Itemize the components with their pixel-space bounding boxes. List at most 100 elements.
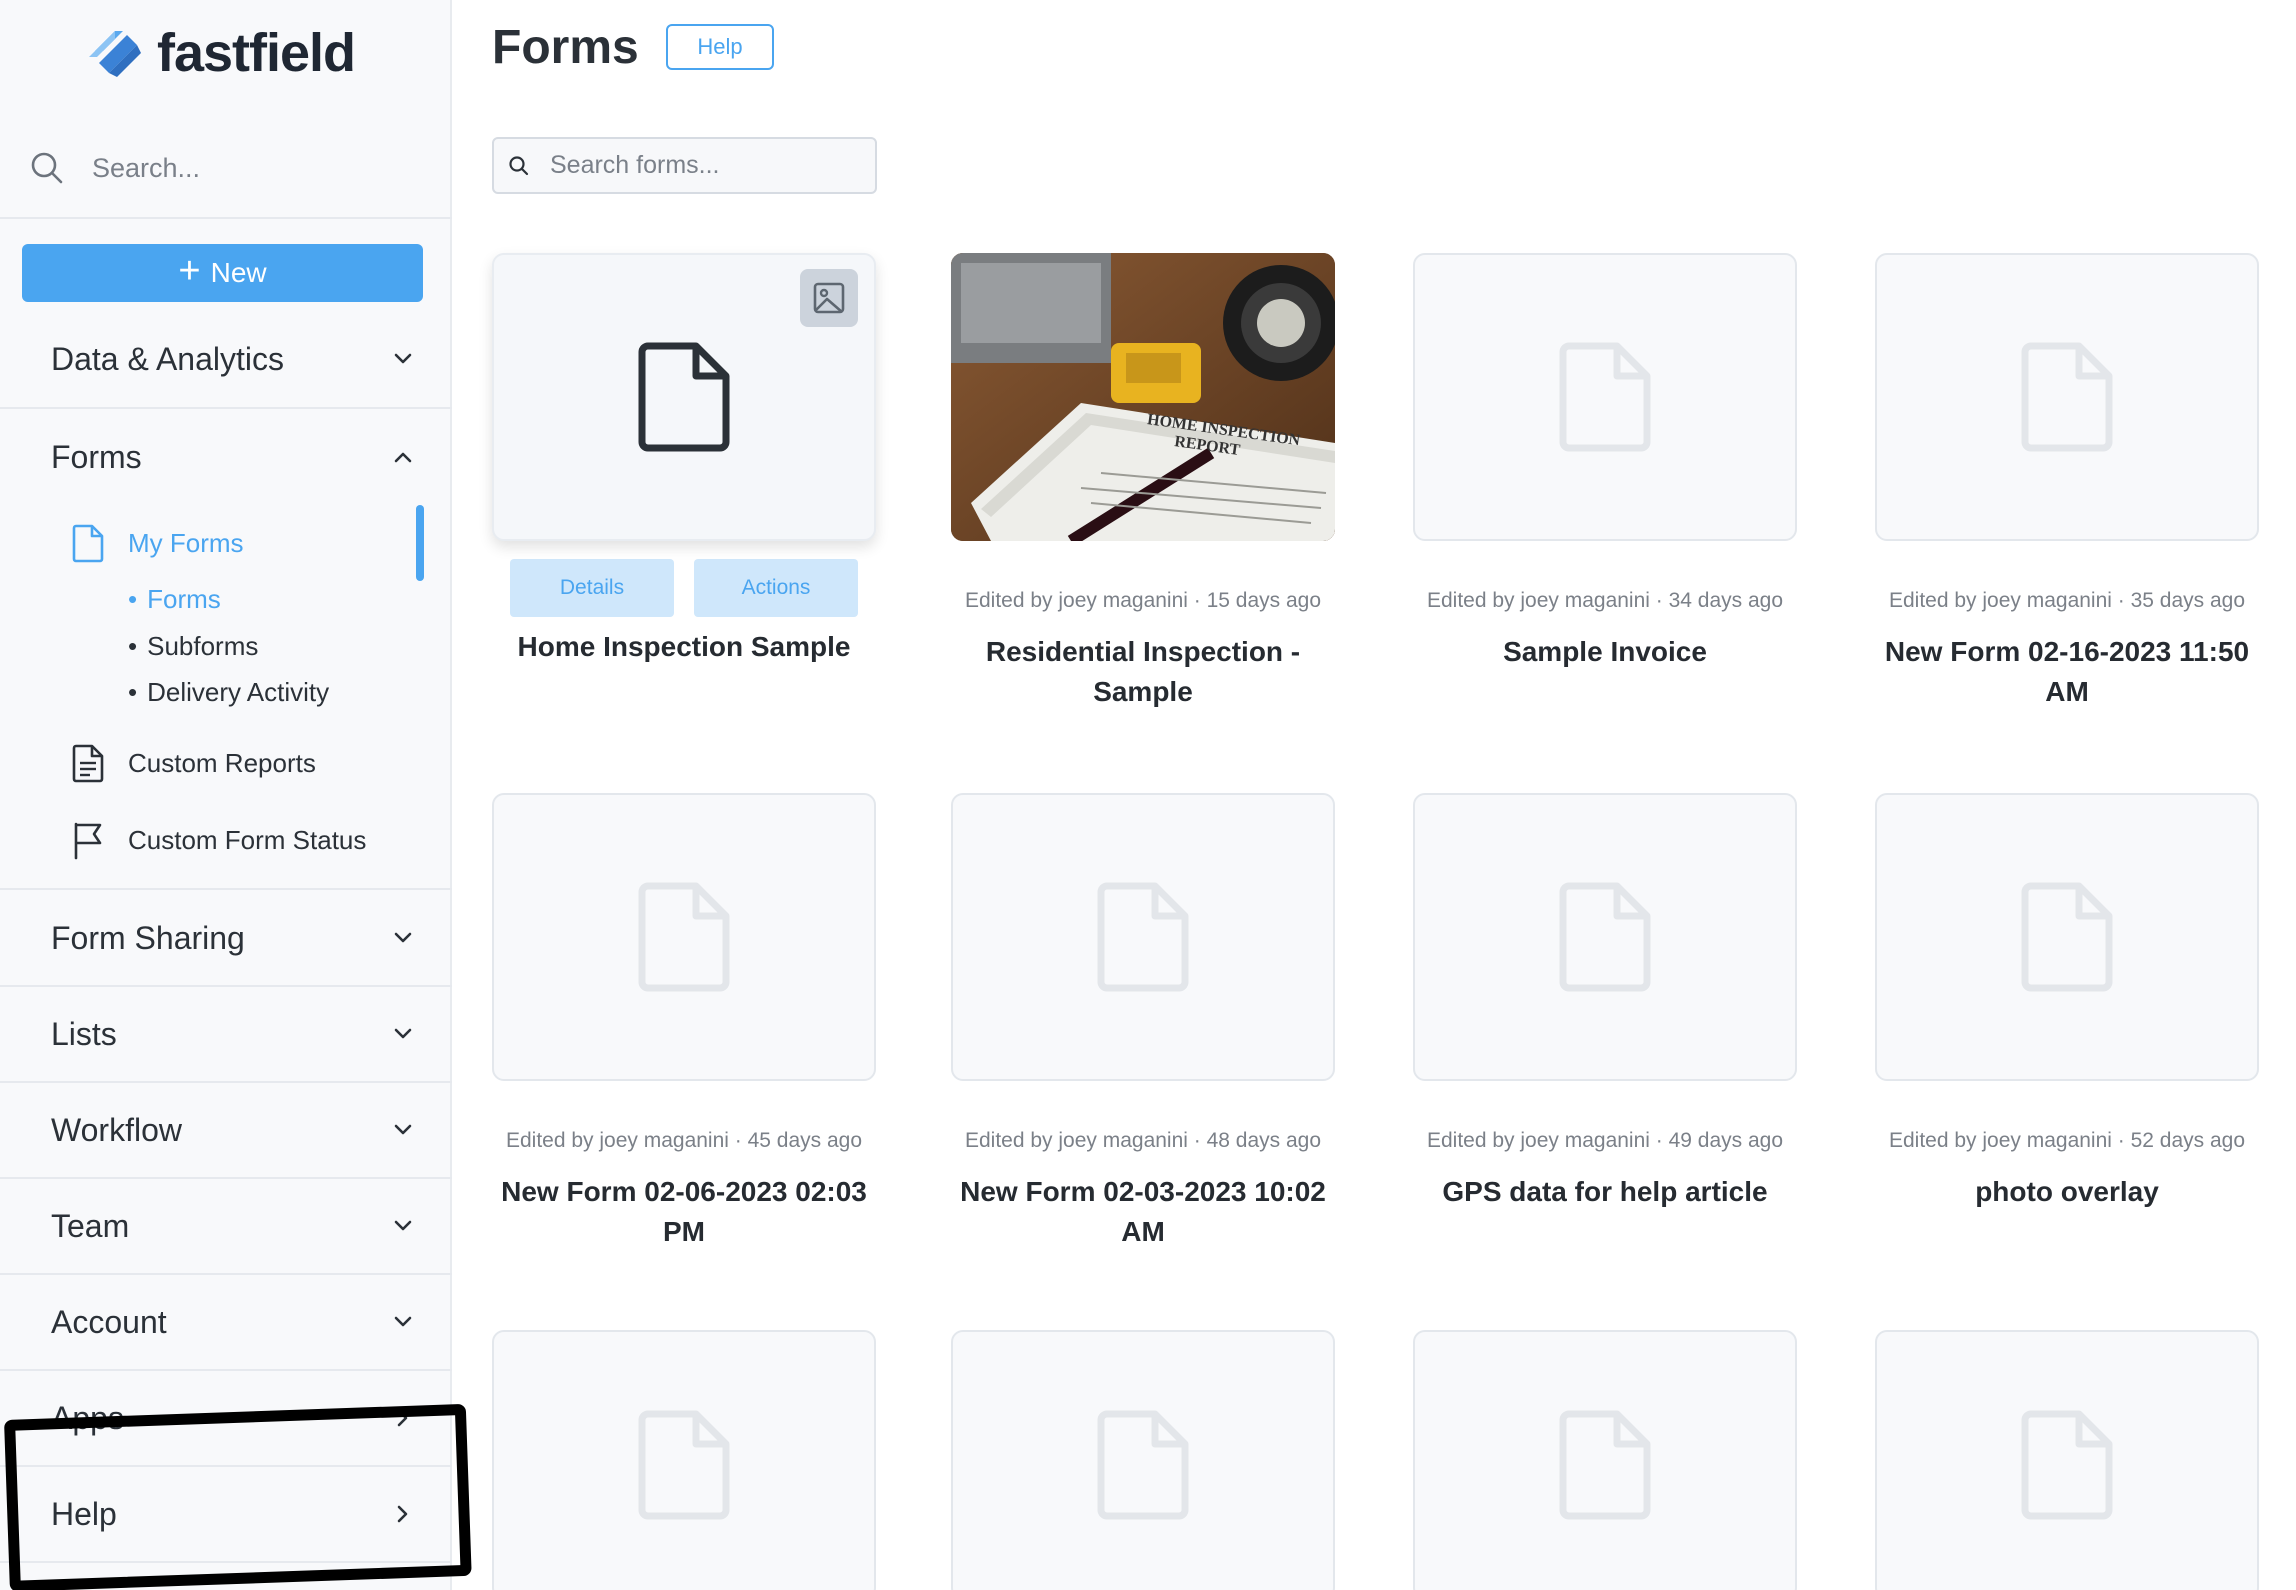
form-name[interactable]: GPS data for help article: [1413, 1172, 1797, 1212]
form-name[interactable]: Sample Invoice: [1413, 632, 1797, 672]
nav-form-sharing[interactable]: Form Sharing: [0, 891, 452, 985]
form-card[interactable]: [1875, 1330, 2259, 1590]
sidebar-item-my-forms[interactable]: My Forms: [70, 518, 244, 568]
document-icon: [1559, 1410, 1651, 1520]
form-card[interactable]: Edited by joey maganini · 34 days ago Sa…: [1413, 253, 1797, 672]
form-card[interactable]: Edited by joey maganini · 52 days ago ph…: [1875, 793, 2259, 1212]
actions-button[interactable]: Actions: [694, 559, 858, 617]
chevron-down-icon: [394, 353, 412, 364]
document-icon: [2021, 882, 2113, 992]
inspection-photo: HOME INSPECTION REPORT: [951, 253, 1335, 541]
nav-forms[interactable]: Forms: [0, 410, 452, 504]
document-icon: [638, 342, 730, 452]
form-thumbnail[interactable]: [1875, 1330, 2259, 1590]
form-card[interactable]: Edited by joey maganini · 35 days ago Ne…: [1875, 253, 2259, 712]
form-thumbnail[interactable]: HOME INSPECTION REPORT: [951, 253, 1335, 541]
nav-account-label: Account: [51, 1303, 167, 1340]
document-icon: [1559, 882, 1651, 992]
form-thumbnail[interactable]: [1413, 793, 1797, 1081]
nav-data-analytics[interactable]: Data & Analytics: [0, 312, 452, 406]
form-name[interactable]: Residential Inspection - Sample: [951, 632, 1335, 712]
sidebar-item-my-forms-label: My Forms: [128, 527, 244, 558]
nav-workflow[interactable]: Workflow: [0, 1083, 452, 1177]
document-icon: [1097, 1410, 1189, 1520]
form-thumbnail[interactable]: [492, 1330, 876, 1590]
nav-team[interactable]: Team: [0, 1179, 452, 1273]
form-meta: Edited by joey maganini · 45 days ago: [505, 1129, 863, 1152]
forms-search-input[interactable]: [550, 151, 850, 180]
file-icon: [72, 524, 104, 563]
divider: [0, 407, 452, 409]
form-name[interactable]: New Form 02-03-2023 10:02 AM: [951, 1172, 1335, 1252]
form-card[interactable]: Details Actions Home Inspection Sample: [492, 253, 876, 667]
sidebar-search[interactable]: [30, 138, 430, 198]
divider: [0, 888, 452, 890]
form-thumbnail[interactable]: [492, 253, 876, 541]
forms-search[interactable]: [492, 137, 877, 194]
nav-data-analytics-label: Data & Analytics: [51, 340, 284, 377]
form-name[interactable]: Home Inspection Sample: [492, 627, 876, 667]
nav-apps[interactable]: Apps: [0, 1371, 452, 1465]
divider: [0, 1561, 452, 1563]
details-button[interactable]: Details: [510, 559, 674, 617]
search-icon: [509, 155, 529, 175]
form-card[interactable]: [951, 1330, 1335, 1590]
sidebar-search-input[interactable]: [92, 152, 392, 184]
new-button-label: New: [210, 257, 267, 288]
fastfield-logo-icon: [89, 31, 141, 77]
sidebar-subitem-delivery-activity[interactable]: • Delivery Activity: [128, 672, 329, 712]
sidebar-subitem-forms[interactable]: • Forms: [128, 579, 221, 619]
form-thumbnail[interactable]: [951, 793, 1335, 1081]
form-thumbnail[interactable]: [1413, 1330, 1797, 1590]
form-thumbnail[interactable]: [951, 1330, 1335, 1590]
new-button[interactable]: + New: [22, 244, 423, 302]
nav-team-label: Team: [51, 1207, 130, 1244]
form-card[interactable]: HOME INSPECTION REPORT Edited by joey ma…: [951, 253, 1335, 712]
nav-workflow-label: Workflow: [51, 1111, 182, 1148]
form-card[interactable]: Edited by joey maganini · 48 days ago Ne…: [951, 793, 1335, 1252]
chevron-up-icon: [394, 452, 412, 463]
form-name[interactable]: New Form 02-06-2023 02:03 PM: [492, 1172, 876, 1252]
document-icon: [2021, 1410, 2113, 1520]
form-thumbnail[interactable]: [1413, 253, 1797, 541]
form-name[interactable]: New Form 02-16-2023 11:50 AM: [1875, 632, 2259, 712]
sidebar-item-custom-reports-label: Custom Reports: [128, 747, 316, 778]
document-icon: [638, 1410, 730, 1520]
form-card[interactable]: Edited by joey maganini · 45 days ago Ne…: [492, 793, 876, 1252]
chevron-down-icon: [394, 1124, 412, 1135]
nav-apps-label: Apps: [51, 1399, 124, 1436]
nav-lists[interactable]: Lists: [0, 987, 452, 1081]
nav-help[interactable]: Help: [0, 1467, 452, 1561]
report-icon: [72, 744, 104, 783]
document-icon: [1097, 882, 1189, 992]
main-content: Forms Help Details Actions: [452, 0, 2296, 1590]
form-meta: Edited by joey maganini · 52 days ago: [1888, 1129, 2246, 1152]
sidebar: fastfield + New Data & Analytics Forms M…: [0, 0, 452, 1590]
image-icon: [813, 282, 845, 314]
form-card[interactable]: [492, 1330, 876, 1590]
search-icon: [31, 152, 63, 184]
form-card[interactable]: [1413, 1330, 1797, 1590]
form-thumbnail[interactable]: [492, 793, 876, 1081]
chevron-down-icon: [394, 932, 412, 943]
sidebar-item-custom-form-status[interactable]: Custom Form Status: [70, 815, 366, 865]
flag-icon: [74, 822, 102, 860]
form-thumbnail[interactable]: [1875, 793, 2259, 1081]
form-name[interactable]: photo overlay: [1875, 1172, 2259, 1212]
sidebar-subitem-subforms[interactable]: • Subforms: [128, 626, 258, 666]
chevron-right-icon: [397, 1409, 408, 1427]
change-image-button[interactable]: [800, 269, 858, 327]
document-icon: [2021, 342, 2113, 452]
divider: [0, 217, 452, 219]
nav-account[interactable]: Account: [0, 1275, 452, 1369]
form-card[interactable]: Edited by joey maganini · 49 days ago GP…: [1413, 793, 1797, 1212]
chevron-down-icon: [394, 1316, 412, 1327]
active-indicator: [416, 505, 424, 581]
help-button[interactable]: Help: [666, 24, 774, 70]
form-thumbnail[interactable]: [1875, 253, 2259, 541]
brand-logo[interactable]: fastfield: [85, 20, 356, 86]
sidebar-item-custom-reports[interactable]: Custom Reports: [70, 738, 316, 788]
chevron-down-icon: [394, 1028, 412, 1039]
nav-help-label: Help: [51, 1495, 117, 1532]
document-icon: [638, 882, 730, 992]
